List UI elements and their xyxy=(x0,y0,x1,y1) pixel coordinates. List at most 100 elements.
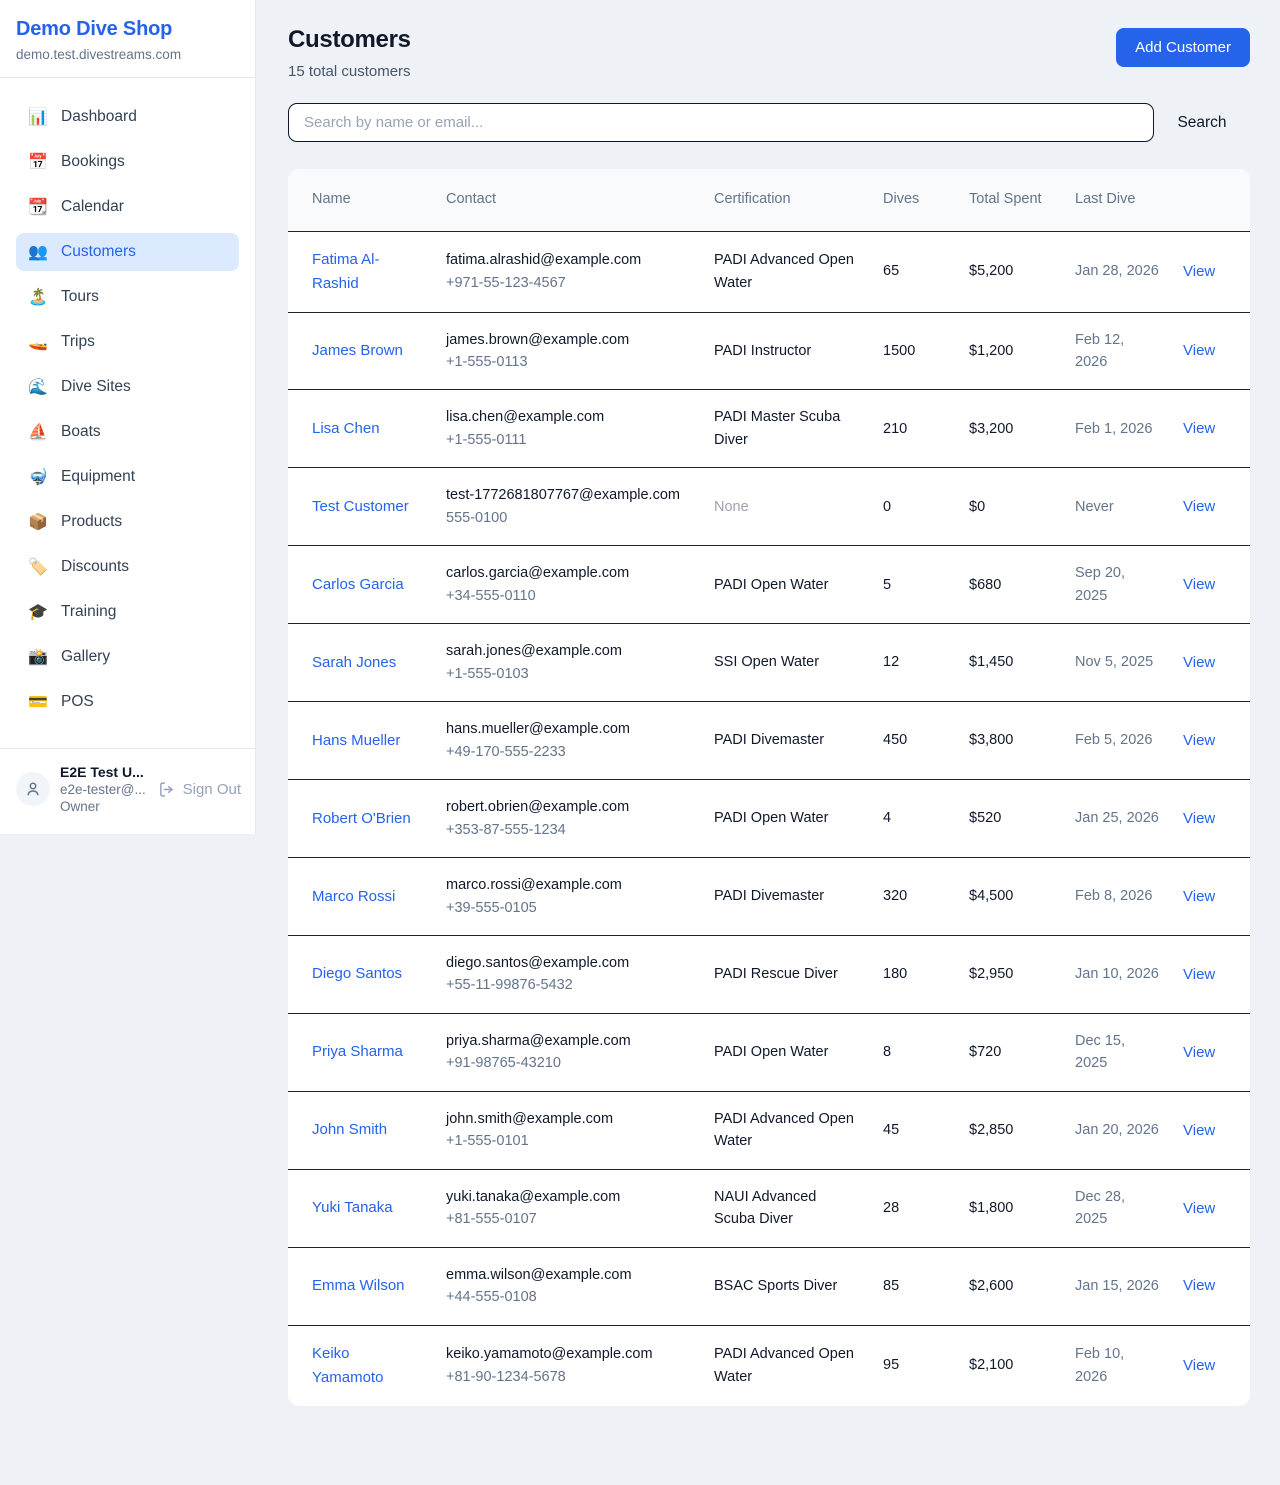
customer-dives: 5 xyxy=(871,546,957,624)
sidebar-item-dive-sites[interactable]: 🌊 Dive Sites xyxy=(16,368,239,406)
view-customer-link[interactable]: View xyxy=(1183,888,1215,905)
customer-row-diego-santos: Diego Santos diego.santos@example.com +5… xyxy=(288,936,1250,1014)
customer-phone: +353-87-555-1234 xyxy=(446,819,690,841)
customer-total-spent: $2,850 xyxy=(957,1091,1063,1169)
customer-name-link[interactable]: Keiko Yamamoto xyxy=(312,1345,383,1386)
customer-email: yuki.tanaka@example.com xyxy=(446,1186,690,1208)
view-customer-link[interactable]: View xyxy=(1183,342,1215,359)
customer-phone: +971-55-123-4567 xyxy=(446,272,690,294)
customer-email: keiko.yamamoto@example.com xyxy=(446,1343,690,1365)
customer-name-link[interactable]: Carlos Garcia xyxy=(312,576,404,593)
customer-email: test-1772681807767@example.com xyxy=(446,484,690,506)
avatar xyxy=(16,772,50,806)
customer-name-link[interactable]: Hans Mueller xyxy=(312,732,400,749)
sidebar-item-calendar[interactable]: 📆 Calendar xyxy=(16,188,239,226)
nav-item-label: Training xyxy=(61,603,116,621)
customer-dives: 0 xyxy=(871,468,957,546)
sidebar-item-gallery[interactable]: 📸 Gallery xyxy=(16,638,239,676)
view-customer-link[interactable]: View xyxy=(1183,732,1215,749)
customer-name-link[interactable]: John Smith xyxy=(312,1121,387,1138)
sidebar-item-training[interactable]: 🎓 Training xyxy=(16,593,239,631)
sidebar-item-discounts[interactable]: 🏷️ Discounts xyxy=(16,548,239,586)
customer-phone: +1-555-0103 xyxy=(446,663,690,685)
customer-row-james-brown: James Brown james.brown@example.com +1-5… xyxy=(288,312,1250,390)
view-customer-link[interactable]: View xyxy=(1183,1357,1215,1374)
customer-email: marco.rossi@example.com xyxy=(446,874,690,896)
sidebar-item-bookings[interactable]: 📅 Bookings xyxy=(16,143,239,181)
sidebar-item-equipment[interactable]: 🤿 Equipment xyxy=(16,458,239,496)
sidebar-item-tours[interactable]: 🏝️ Tours xyxy=(16,278,239,316)
customer-phone: +39-555-0105 xyxy=(446,897,690,919)
app-root: Demo Dive Shop demo.test.divestreams.com… xyxy=(0,0,1280,1432)
page-title-block: Customers 15 total customers xyxy=(288,26,411,80)
shop-domain: demo.test.divestreams.com xyxy=(16,47,239,62)
view-customer-link[interactable]: View xyxy=(1183,420,1215,437)
view-customer-link[interactable]: View xyxy=(1183,1200,1215,1217)
search-button[interactable]: Search xyxy=(1154,114,1250,132)
customer-certification: PADI Divemaster xyxy=(702,702,871,780)
customer-total-spent: $3,800 xyxy=(957,702,1063,780)
nav-item-icon: 📦 xyxy=(28,512,48,532)
view-customer-link[interactable]: View xyxy=(1183,810,1215,827)
customer-name-link[interactable]: Yuki Tanaka xyxy=(312,1199,393,1216)
customer-name-link[interactable]: Diego Santos xyxy=(312,965,402,982)
sidebar-item-trips[interactable]: 🚤 Trips xyxy=(16,323,239,361)
nav-item-label: Tours xyxy=(61,288,99,306)
customer-last-dive: Dec 15, 2025 xyxy=(1063,1013,1171,1091)
view-customer-link[interactable]: View xyxy=(1183,576,1215,593)
customer-name-link[interactable]: Lisa Chen xyxy=(312,420,380,437)
customer-name-link[interactable]: Robert O'Brien xyxy=(312,810,411,827)
customer-certification: BSAC Sports Diver xyxy=(702,1247,871,1325)
customer-email: robert.obrien@example.com xyxy=(446,796,690,818)
view-customer-link[interactable]: View xyxy=(1183,1044,1215,1061)
sign-out-button[interactable]: Sign Out xyxy=(158,781,241,798)
sidebar-nav: 📊 Dashboard 📅 Bookings 📆 Calendar 👥 Cust… xyxy=(0,78,255,734)
customer-phone: +1-555-0111 xyxy=(446,429,690,451)
sidebar-item-products[interactable]: 📦 Products xyxy=(16,503,239,541)
sidebar-item-customers[interactable]: 👥 Customers xyxy=(16,233,239,271)
customer-dives: 28 xyxy=(871,1169,957,1247)
customer-total-spent: $1,800 xyxy=(957,1169,1063,1247)
nav-item-label: Bookings xyxy=(61,153,125,171)
customer-last-dive: Jan 15, 2026 xyxy=(1063,1247,1171,1325)
customer-certification: PADI Advanced Open Water xyxy=(702,1325,871,1406)
nav-item-icon: 🚤 xyxy=(28,332,48,352)
search-input[interactable] xyxy=(288,103,1154,142)
view-customer-link[interactable]: View xyxy=(1183,498,1215,515)
customer-dives: 12 xyxy=(871,624,957,702)
customer-certification: PADI Master Scuba Diver xyxy=(702,390,871,468)
view-customer-link[interactable]: View xyxy=(1183,1277,1215,1294)
customer-dives: 320 xyxy=(871,858,957,936)
sign-out-label: Sign Out xyxy=(183,781,241,798)
customer-last-dive: Jan 25, 2026 xyxy=(1063,780,1171,858)
customer-name-link[interactable]: Emma Wilson xyxy=(312,1277,405,1294)
add-customer-button[interactable]: Add Customer xyxy=(1116,28,1250,67)
view-customer-link[interactable]: View xyxy=(1183,966,1215,983)
customer-email: priya.sharma@example.com xyxy=(446,1030,690,1052)
nav-item-icon: 📆 xyxy=(28,197,48,217)
customer-certification: PADI Advanced Open Water xyxy=(702,231,871,312)
customer-name-link[interactable]: Marco Rossi xyxy=(312,888,395,905)
customer-name-link[interactable]: Priya Sharma xyxy=(312,1043,403,1060)
customer-name-link[interactable]: Sarah Jones xyxy=(312,654,396,671)
view-customer-link[interactable]: View xyxy=(1183,263,1215,280)
column-header-total-spent: Total Spent xyxy=(957,169,1063,231)
customer-name-link[interactable]: Fatima Al-Rashid xyxy=(312,251,380,292)
customer-row-lisa-chen: Lisa Chen lisa.chen@example.com +1-555-0… xyxy=(288,390,1250,468)
customer-row-keiko-yamamoto: Keiko Yamamoto keiko.yamamoto@example.co… xyxy=(288,1325,1250,1406)
customer-total-spent: $2,100 xyxy=(957,1325,1063,1406)
sidebar-item-boats[interactable]: ⛵ Boats xyxy=(16,413,239,451)
customers-table: Name Contact Certification Dives Total S… xyxy=(288,169,1250,1406)
page-header: Customers 15 total customers Add Custome… xyxy=(288,26,1250,80)
nav-item-label: Boats xyxy=(61,423,101,441)
customer-certification: PADI Rescue Diver xyxy=(702,936,871,1014)
customer-name-link[interactable]: Test Customer xyxy=(312,498,409,515)
view-customer-link[interactable]: View xyxy=(1183,1122,1215,1139)
customer-last-dive: Feb 5, 2026 xyxy=(1063,702,1171,780)
sidebar-item-pos[interactable]: 💳 POS xyxy=(16,683,239,721)
customer-name-link[interactable]: James Brown xyxy=(312,342,403,359)
sidebar-item-dashboard[interactable]: 📊 Dashboard xyxy=(16,98,239,136)
customer-phone: +49-170-555-2233 xyxy=(446,741,690,763)
page-title: Customers xyxy=(288,26,411,54)
view-customer-link[interactable]: View xyxy=(1183,654,1215,671)
